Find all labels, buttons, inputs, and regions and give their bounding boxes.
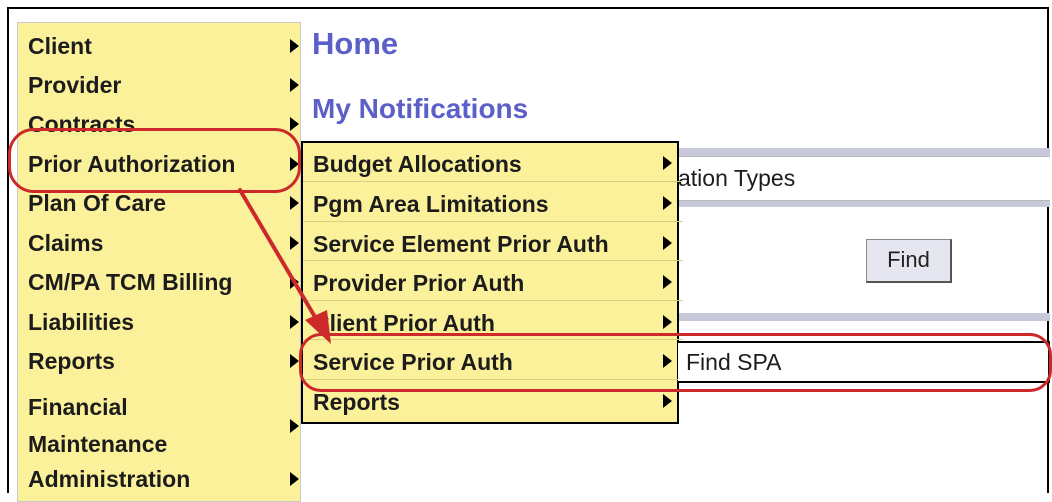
- callout-arrow: [238, 188, 331, 344]
